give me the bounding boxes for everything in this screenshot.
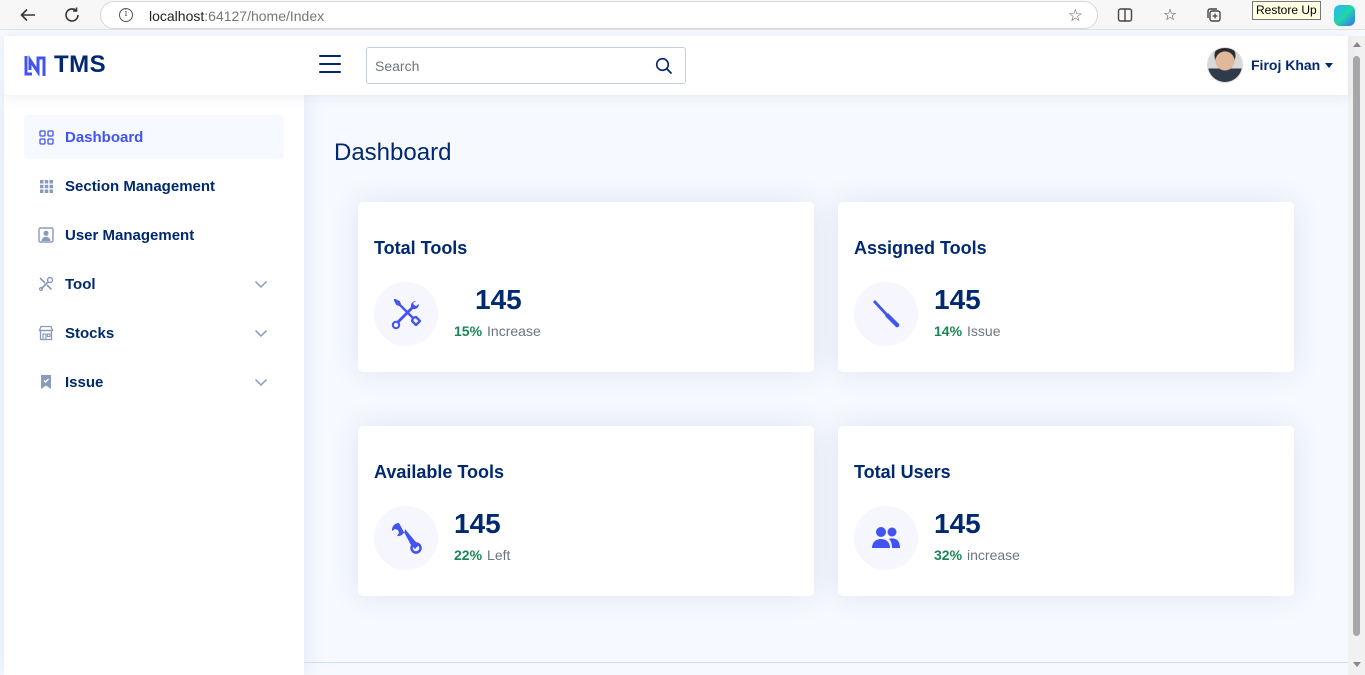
- card-title: Total Users: [854, 462, 951, 482]
- site-info-icon[interactable]: i: [119, 8, 133, 22]
- caret-down-icon: [1325, 62, 1334, 68]
- card-stat: 22% Left: [454, 547, 510, 563]
- chevron-down-icon[interactable]: [254, 326, 268, 340]
- sidebar-item-label: Stocks: [65, 324, 115, 342]
- logo-text: TMS: [54, 51, 107, 78]
- split-screen-icon[interactable]: [1115, 5, 1135, 25]
- reload-icon[interactable]: [61, 4, 83, 26]
- card-assigned-tools: Assigned Tools 145 14% Issue: [838, 202, 1294, 372]
- card-percent: 15%: [454, 323, 483, 339]
- card-stat: 15% Increase: [454, 323, 541, 339]
- card-total-users: Total Users 145 32% increase: [838, 426, 1294, 596]
- scroll-thumb[interactable]: [1353, 56, 1360, 636]
- screwdriver-icon: [854, 282, 918, 346]
- toggle-sidebar-icon[interactable]: [319, 55, 341, 73]
- logo-icon: [24, 55, 46, 76]
- card-stat: 14% Issue: [934, 323, 1001, 339]
- tools-icon: [38, 276, 54, 292]
- card-available-tools: Available Tools 145 22% Left: [358, 426, 814, 596]
- card-title: Available Tools: [374, 462, 505, 482]
- browser-toolbar: i localhost:64127/home/Index ☆ ☆ Restore…: [0, 0, 1365, 30]
- sidebar-item-issue[interactable]: Issue: [24, 360, 284, 404]
- url-text: localhost:64127/home/Index: [149, 8, 325, 24]
- favorite-star-icon[interactable]: ☆: [1068, 6, 1083, 26]
- card-value: 145: [934, 284, 981, 315]
- page-scrollbar[interactable]: [1348, 36, 1365, 675]
- card-title: Total Tools: [374, 238, 468, 258]
- main-content: Dashboard Total Tools 145 15% Increase As…: [304, 95, 1348, 675]
- profile-name: Firoj Khan: [1251, 57, 1321, 73]
- search-input[interactable]: [375, 56, 635, 76]
- card-desc: Left: [487, 547, 511, 563]
- address-bar[interactable]: i localhost:64127/home/Index ☆: [100, 1, 1098, 29]
- copilot-icon[interactable]: [1334, 5, 1355, 26]
- search-form: [366, 47, 686, 84]
- logo[interactable]: TMS: [24, 51, 106, 79]
- sidebar: Dashboard Section Management User Manage…: [4, 95, 304, 675]
- scroll-up-icon[interactable]: [1353, 42, 1361, 47]
- card-value: 145: [934, 508, 981, 539]
- sidebar-item-section-management[interactable]: Section Management: [24, 164, 284, 208]
- sidebar-item-label: Tool: [65, 275, 96, 293]
- menu-button-icon: [38, 178, 54, 194]
- card-percent: 22%: [454, 547, 483, 563]
- sidebar-item-label: Issue: [65, 373, 104, 391]
- avatar: [1207, 47, 1243, 83]
- footer-divider: [304, 662, 1348, 663]
- grid-icon: [38, 129, 54, 145]
- card-value: 145: [475, 284, 522, 315]
- tools-icon: [374, 282, 438, 346]
- back-icon[interactable]: [17, 4, 39, 26]
- profile-dropdown[interactable]: Firoj Khan: [1207, 47, 1334, 83]
- shop-icon: [38, 325, 54, 341]
- card-value: 145: [454, 508, 501, 539]
- sidebar-item-stocks[interactable]: Stocks: [24, 311, 284, 355]
- page-title: Dashboard: [334, 139, 452, 166]
- collections-icon[interactable]: [1204, 5, 1224, 25]
- app-header: TMS Firoj Khan: [4, 36, 1348, 95]
- sidebar-item-label: Dashboard: [65, 128, 144, 146]
- bookmark-icon: [38, 374, 54, 390]
- card-title: Assigned Tools: [854, 238, 987, 258]
- card-total-tools: Total Tools 145 15% Increase: [358, 202, 814, 372]
- sidebar-item-tool[interactable]: Tool: [24, 262, 284, 306]
- card-desc: Increase: [487, 323, 541, 339]
- sidebar-item-user-management[interactable]: User Management: [24, 213, 284, 257]
- card-percent: 32%: [934, 547, 963, 563]
- favorites-icon[interactable]: ☆: [1160, 5, 1180, 25]
- restore-tooltip: Restore Up: [1252, 1, 1321, 20]
- sidebar-item-dashboard[interactable]: Dashboard: [24, 115, 284, 159]
- card-desc: increase: [967, 547, 1020, 563]
- scroll-down-icon[interactable]: [1353, 662, 1361, 667]
- sidebar-item-label: User Management: [65, 226, 195, 244]
- chevron-down-icon[interactable]: [254, 375, 268, 389]
- card-stat: 32% increase: [934, 547, 1020, 563]
- sidebar-item-label: Section Management: [65, 177, 216, 195]
- wrench-icon: [374, 506, 438, 570]
- person-square-icon: [38, 227, 54, 243]
- card-desc: Issue: [967, 323, 1001, 339]
- search-icon[interactable]: [655, 57, 673, 75]
- chevron-down-icon[interactable]: [254, 277, 268, 291]
- people-icon: [854, 506, 918, 570]
- card-percent: 14%: [934, 323, 963, 339]
